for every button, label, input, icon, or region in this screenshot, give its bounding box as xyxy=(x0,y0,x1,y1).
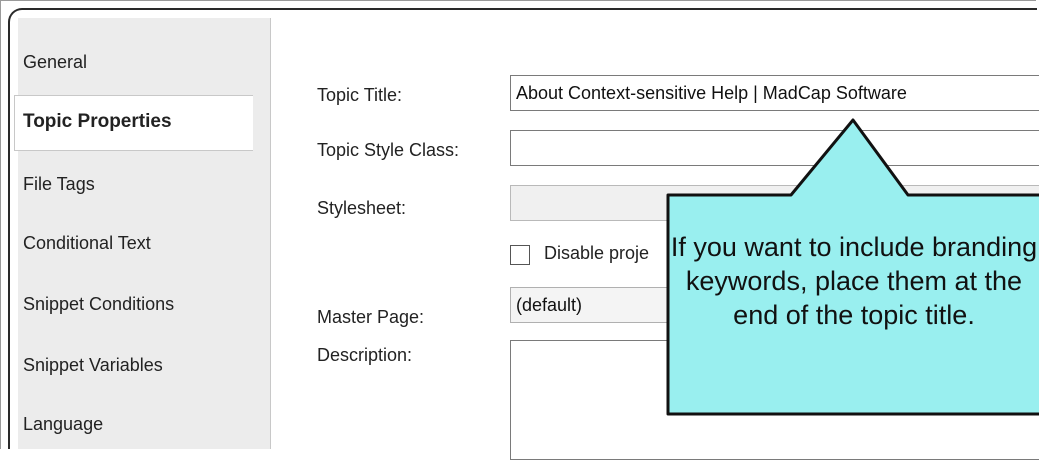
callout-tooltip xyxy=(666,118,1039,416)
topic-properties-dialog: General Topic Properties File Tags Condi… xyxy=(0,0,1039,460)
callout-text: If you want to include branding keywords… xyxy=(670,232,1038,330)
